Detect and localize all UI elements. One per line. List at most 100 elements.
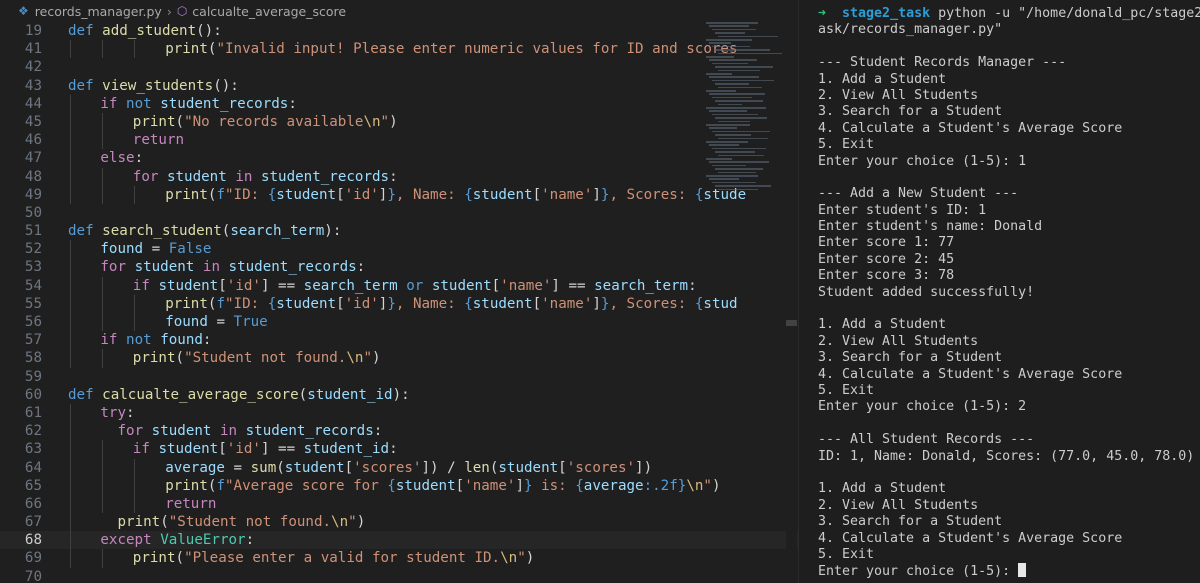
line-number: 57 (24, 332, 42, 349)
code-line[interactable]: 57 if not found: (0, 331, 798, 350)
code-text: print("Student not found.\n") (100, 513, 365, 531)
code-token: 'scores' (353, 459, 422, 476)
minimap-line (709, 59, 757, 61)
code-token: not (126, 332, 152, 349)
code-line[interactable]: 60 def calcualte_average_score(student_id… (0, 386, 798, 404)
code-token: student (276, 295, 337, 312)
terminal-panel[interactable]: ➜ stage2_task python -u "/home/donald_pc… (798, 0, 1200, 583)
code-line[interactable]: 55 print(f"ID: {student['id']}, Name: {st… (0, 294, 798, 313)
minimap-line (718, 86, 762, 89)
terminal-cwd: stage2_task (842, 6, 931, 21)
code-text: for student in student_records: (133, 168, 398, 186)
editor-scrollbar[interactable] (786, 22, 797, 583)
code-line[interactable]: 53 for student in student_records: (0, 258, 798, 277)
code-token: print (117, 514, 161, 531)
code-line[interactable]: 54 if student['id'] == search_term or stu… (0, 276, 798, 295)
indent-guide (70, 476, 71, 495)
minimap-line (706, 124, 750, 126)
code-line[interactable]: 52 found = False (0, 240, 798, 259)
code-token: student_records (228, 259, 357, 276)
code-token: ( (160, 514, 169, 531)
code-token: student (158, 277, 219, 294)
minimap-line (712, 79, 774, 82)
code-line[interactable]: 41 print("Invalid input! Please enter num… (0, 40, 798, 59)
code-token: student_id (303, 441, 390, 458)
code-token: ]) / (421, 459, 465, 476)
code-line[interactable]: 45 print("No records available\n") (0, 112, 798, 132)
code-line[interactable]: 61 try: (0, 403, 798, 423)
code-line[interactable]: 48 for student in student_records: (0, 167, 798, 186)
indent-guide (102, 313, 103, 332)
code-token: \n (500, 550, 518, 567)
code-token: , Name: (395, 186, 465, 203)
code-line[interactable]: 42 (0, 58, 798, 76)
terminal-line: --- Student Records Manager --- (818, 55, 1067, 71)
indent-guide (70, 549, 71, 568)
minimap-line (709, 178, 739, 180)
code-token: print (165, 186, 208, 203)
code-line[interactable]: 49 print(f"ID: {student['id']}, Name: {st… (0, 185, 798, 204)
code-line[interactable]: 62 for student in student_records: (0, 422, 798, 441)
indent-guide (70, 40, 71, 59)
code-lines[interactable]: 19 def add_student(): 41 print("Invalid inp… (0, 22, 798, 583)
code-line[interactable]: 50 (0, 204, 798, 222)
code-line[interactable]: 56 found = True (0, 313, 798, 332)
code-text: def view_students(): (68, 77, 239, 95)
code-line[interactable]: 43 def view_students(): (0, 77, 798, 95)
code-token: ) (356, 514, 366, 531)
code-token: " (703, 477, 712, 494)
code-line[interactable]: 46 return (0, 131, 798, 150)
code-token: found (100, 241, 144, 258)
code-token: ]) (635, 459, 653, 476)
code-line[interactable]: 65 print(f"Average score for {student['na… (0, 476, 798, 495)
code-token: ] == (260, 277, 304, 294)
code-token: : (389, 168, 398, 185)
code-text: if student['id'] == search_term or stude… (133, 277, 697, 295)
terminal-line: Enter student's ID: 1 (818, 202, 987, 218)
editor-scrollbar-thumb[interactable] (786, 320, 797, 326)
line-number: 44 (24, 95, 42, 112)
code-token: 'id' (344, 295, 379, 312)
code-line[interactable]: 44 if not student_records: (0, 94, 798, 113)
indent-guide (70, 240, 71, 259)
minimap-line (718, 52, 782, 55)
code-token: student (166, 168, 227, 185)
code-line[interactable]: 63 if student['id'] == student_id: (0, 440, 798, 459)
minimap-line (718, 154, 764, 157)
code-line[interactable]: 68 except ValueError: (0, 531, 798, 550)
code-token: , Scores: (609, 186, 695, 203)
code-line[interactable]: 69 print("Please enter a valid for studen… (0, 549, 798, 568)
terminal-input-line[interactable]: Enter your choice (1-5): (818, 563, 1200, 579)
minimap-line (715, 32, 745, 34)
code-line[interactable]: 47 else: (0, 149, 798, 168)
code-token: } (387, 295, 396, 312)
indent-guide (70, 131, 71, 150)
code-token: ) (372, 350, 381, 367)
code-line[interactable]: 59 (0, 368, 798, 386)
indent-guide (102, 349, 103, 368)
breadcrumb-symbol[interactable]: calcualte_average_score (192, 4, 346, 19)
minimap[interactable] (706, 22, 786, 202)
code-token: def (68, 23, 94, 39)
code-token: add_student (102, 23, 197, 39)
code-line[interactable]: 51 def search_student(search_term): (0, 222, 798, 240)
code-token: student (158, 441, 219, 458)
indent-guide (102, 167, 103, 186)
code-line[interactable]: 66 return (0, 494, 798, 514)
code-line[interactable]: 67 print("Student not found.\n") (0, 513, 798, 532)
code-line[interactable]: 70 (0, 568, 798, 583)
terminal-line: 5. Exit (818, 546, 875, 562)
code-line[interactable]: 19 def add_student(): (0, 22, 798, 40)
line-number: 67 (24, 514, 42, 531)
code-token: student (134, 259, 195, 276)
code-line[interactable]: 58 print("Student not found.\n") (0, 349, 798, 368)
code-token: " (348, 514, 357, 531)
breadcrumb-file[interactable]: records_manager.py (35, 4, 162, 19)
code-editor[interactable]: ❖ records_manager.py › ⬡ calcualte_avera… (0, 0, 798, 583)
line-number: 55 (24, 295, 42, 312)
code-line[interactable]: 64 average = sum(student['scores']) / len… (0, 458, 798, 477)
code-token: student (276, 186, 337, 203)
indent-guide (70, 331, 71, 350)
